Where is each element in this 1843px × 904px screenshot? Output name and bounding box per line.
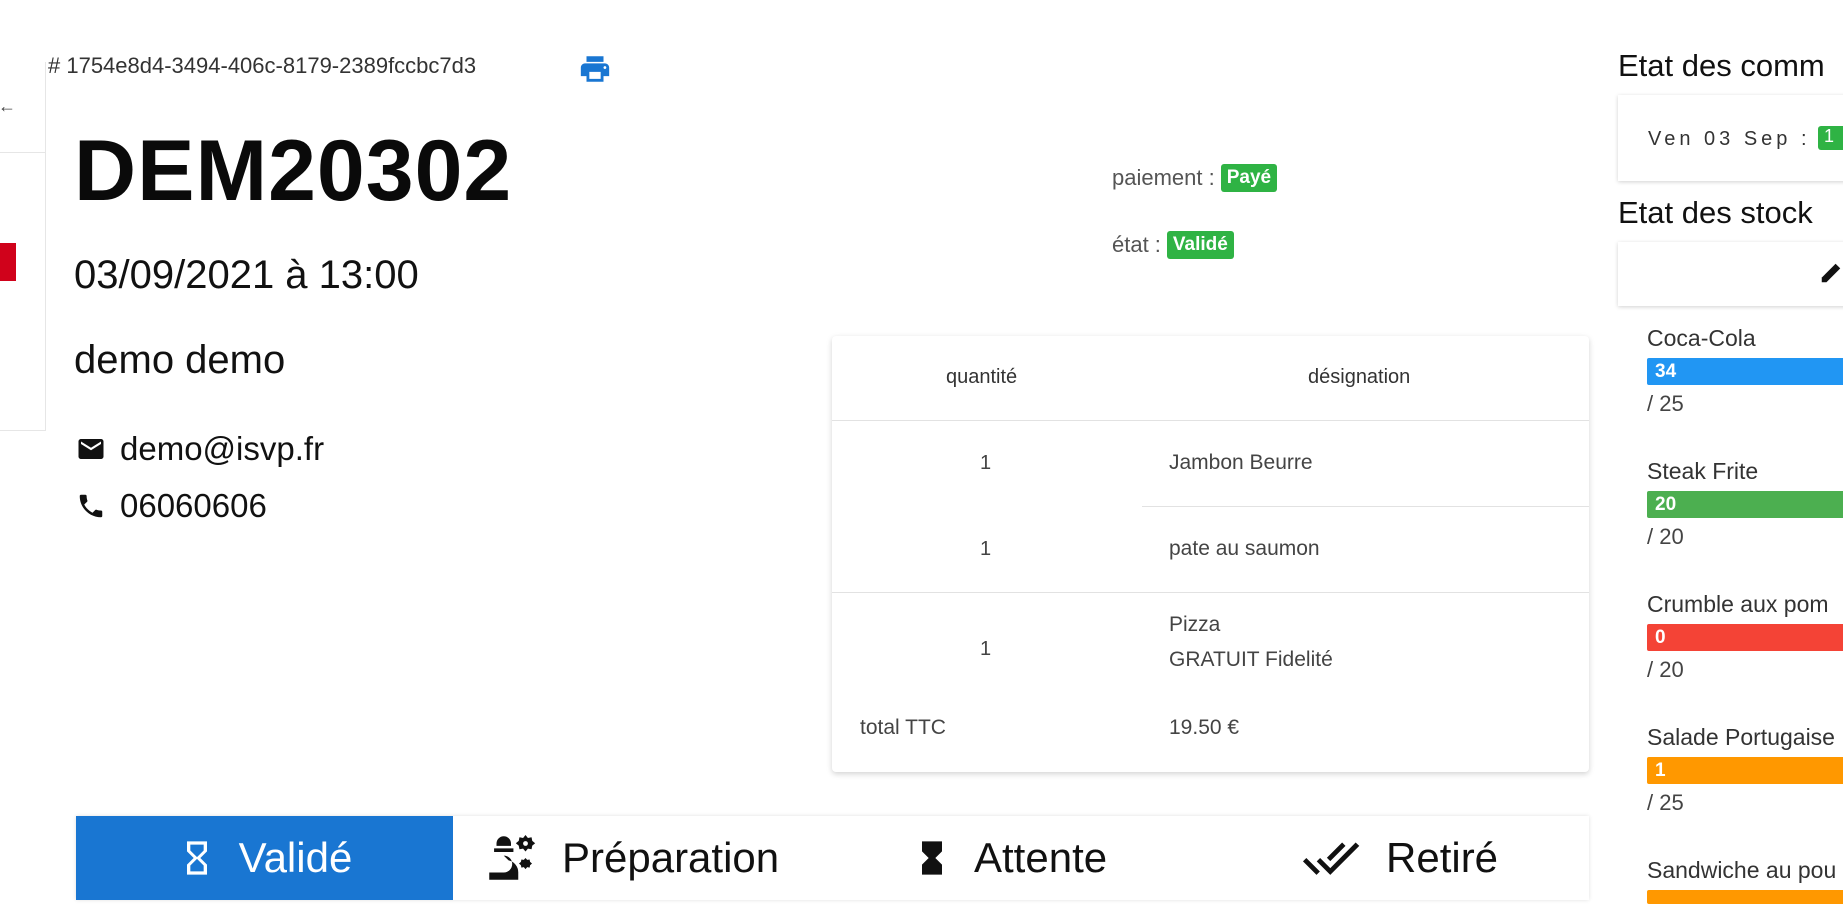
alert-marker [0,243,16,281]
stock-item: Sandwiche au pou [1647,857,1843,904]
stock-item: Salade Portugaise 1 / 25 [1647,724,1843,816]
double-check-icon [1302,842,1360,875]
stock-capacity: / 25 [1647,790,1684,815]
payment-status: paiement : Payé [1112,164,1278,192]
left-panel: ← [0,62,46,431]
hourglass-full-icon [922,841,942,875]
stock-item: Steak Frite 20 / 20 [1647,458,1843,550]
row-divider [1142,506,1589,507]
stock-name: Crumble aux pom [1647,591,1829,617]
stock-level-bar: 34 [1647,358,1843,385]
step-label: Validé [238,834,353,881]
designation-header: désignation [1308,366,1411,388]
payment-badge: Payé [1220,164,1278,192]
state-badge: Validé [1166,231,1234,259]
step-preparation-button[interactable]: Préparation [482,816,779,900]
order-id: # 1754e8d4-3494-406c-8179-2389fccbc7d3 [48,53,477,78]
step-waiting-button[interactable]: Attente [912,816,1107,900]
phone-icon [79,494,103,518]
stock-name: Sandwiche au pou [1647,857,1837,883]
stock-level-bar: 0 [1647,624,1843,651]
stock-level-bar [1647,890,1843,904]
stock-level-bar: 20 [1647,491,1843,518]
payment-label: paiement : [1112,165,1215,190]
item-qty: 1 [980,538,992,560]
stock-item: Coca-Cola 34 / 25 [1647,325,1843,417]
phone-text[interactable]: 06060606 [120,487,267,525]
step-picked-up-button[interactable]: Retiré [1298,816,1498,900]
step-label: Attente [974,834,1108,881]
stock-tabs[interactable] [1618,242,1843,306]
item-qty: 1 [980,638,992,660]
stock-level-bar: 1 [1647,757,1843,784]
stock-name: Salade Portugaise [1647,724,1835,750]
total-value: 19.50 € [1169,716,1240,739]
step-validated-button[interactable]: Validé [76,816,453,900]
print-icon[interactable] [577,52,613,86]
item-note: GRATUIT Fidelité [1169,648,1333,671]
stock-capacity: / 20 [1647,657,1684,682]
item-designation: Jambon Beurre [1169,451,1313,474]
order-reference: DEM20302 [74,123,513,219]
hourglass-empty-icon [186,841,207,875]
stock-capacity: / 20 [1647,524,1684,549]
customer-email: demo@isvp.fr [76,430,324,468]
quantity-header: quantité [946,366,1018,388]
total-label: total TTC [860,716,946,739]
order-datetime: 03/09/2021 à 13:00 [74,253,419,297]
item-designation: Pizza [1169,613,1221,636]
edit-icon[interactable] [1818,256,1843,286]
order-state: état : Validé [1112,231,1234,259]
orders-day: Ven 03 Sep : [1648,128,1811,150]
items-table: quantité désignation 1 Jambon Beurre 1 p… [832,336,1589,772]
step-label: Retiré [1386,834,1499,881]
customer-name: demo demo [74,338,286,382]
orders-status-title: Etat des comm [1618,48,1825,83]
workflow-bar: Validé Préparation Attente Retiré [76,816,1589,900]
stock-item: Crumble aux pom 0 / 20 [1647,591,1843,683]
orders-count-badge: 1 [1818,126,1843,150]
header-divider [832,420,1589,421]
item-designation: pate au saumon [1169,537,1320,560]
state-label: état : [1112,232,1161,257]
stocks-status-title: Etat des stock [1618,195,1813,230]
stock-capacity: / 25 [1647,391,1684,416]
mail-icon [78,439,104,459]
email-text[interactable]: demo@isvp.fr [120,430,324,468]
chef-gears-icon [489,835,536,880]
divider [0,152,45,153]
back-arrow-icon[interactable]: ← [0,96,16,117]
row-divider [832,592,1589,593]
stock-name: Steak Frite [1647,458,1759,484]
stock-name: Coca-Cola [1647,325,1756,351]
customer-phone: 06060606 [76,487,267,525]
orders-status-card[interactable]: Ven 03 Sep : 1 [1618,95,1843,181]
item-qty: 1 [980,452,992,474]
step-label: Préparation [562,834,780,881]
